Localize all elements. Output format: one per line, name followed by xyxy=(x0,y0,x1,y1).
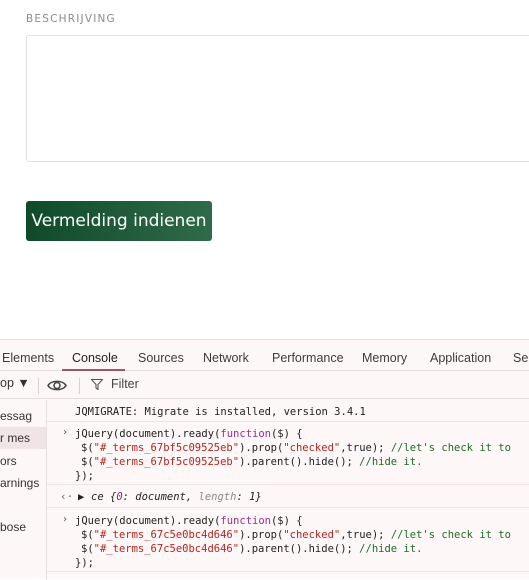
submit-listing-button[interactable]: Vermelding indienen xyxy=(26,201,212,241)
return-value-icon: ‹· xyxy=(60,490,74,503)
code-line: $("#_terms_67c5e0bc4d646").prop("checked… xyxy=(81,529,511,541)
result-object: ce {0: document, length: 1} xyxy=(91,491,262,503)
code-line: }); xyxy=(75,557,94,569)
description-textarea[interactable] xyxy=(26,35,529,162)
input-chevron-icon: › xyxy=(62,427,69,438)
sidebar-item-verbose[interactable]: bose xyxy=(0,516,46,538)
tab-performance[interactable]: Performance xyxy=(272,340,344,370)
sidebar-item-warnings[interactable]: arnings xyxy=(0,472,46,494)
code-line: $("#_terms_67c5e0bc4d646").parent().hide… xyxy=(81,543,423,555)
sidebar-item-info[interactable] xyxy=(0,494,46,516)
console-toolbar: op ▼ Filter xyxy=(0,372,529,399)
active-tab-indicator xyxy=(62,369,125,371)
tab-network[interactable]: Network xyxy=(203,340,249,370)
devtools-panel: Elements Console Sources Network Perform… xyxy=(0,339,529,580)
code-line: }); xyxy=(75,470,94,482)
sidebar-item-user-messages[interactable]: r mes xyxy=(0,427,46,449)
tab-console[interactable]: Console xyxy=(72,340,118,370)
tab-application[interactable]: Application xyxy=(430,340,491,370)
console-input-block: › jQuery(document).ready(function($) { $… xyxy=(47,422,529,485)
code-line: jQuery(document).ready(function($) { xyxy=(75,428,303,440)
eye-icon[interactable] xyxy=(47,377,67,394)
console-log-text: JQMIGRATE: Migrate is installed, version… xyxy=(75,406,366,418)
console-input-block: › jQuery(document).ready(function($) { $… xyxy=(47,508,529,572)
console-message: JQMIGRATE: Migrate is installed, version… xyxy=(47,400,529,422)
console-result[interactable]: ‹· ▶ ce {0: document, length: 1} xyxy=(47,485,529,508)
tab-elements[interactable]: Elements xyxy=(2,340,54,370)
code-line: $("#_terms_67bf5c09525eb").parent().hide… xyxy=(81,456,423,468)
code-line: jQuery(document).ready(function($) { xyxy=(75,515,303,527)
code-line: $("#_terms_67bf5c09525eb").prop("checked… xyxy=(81,442,511,454)
filter-placeholder: Filter xyxy=(111,377,139,391)
console-sidebar: essag r mes ors arnings bose xyxy=(0,400,47,580)
sidebar-item-messages[interactable]: essag xyxy=(0,405,46,427)
description-label: BESCHRIJVING xyxy=(26,13,116,25)
tab-sources[interactable]: Sources xyxy=(138,340,184,370)
toolbar-divider-2 xyxy=(79,378,80,394)
filter-icon xyxy=(91,379,103,390)
devtools-tabbar: Elements Console Sources Network Perform… xyxy=(0,340,529,371)
tab-security[interactable]: Se xyxy=(513,340,528,370)
filter-input[interactable]: Filter xyxy=(91,377,139,391)
sidebar-item-errors[interactable]: ors xyxy=(0,450,46,472)
page-content: BESCHRIJVING Vermelding indienen xyxy=(0,0,529,339)
expand-triangle-icon[interactable]: ▶ xyxy=(78,490,84,504)
console-output: JQMIGRATE: Migrate is installed, version… xyxy=(47,400,529,580)
tab-memory[interactable]: Memory xyxy=(362,340,407,370)
context-selector[interactable]: op ▼ xyxy=(0,376,30,390)
toolbar-divider xyxy=(38,378,39,394)
input-chevron-icon: › xyxy=(62,514,69,525)
